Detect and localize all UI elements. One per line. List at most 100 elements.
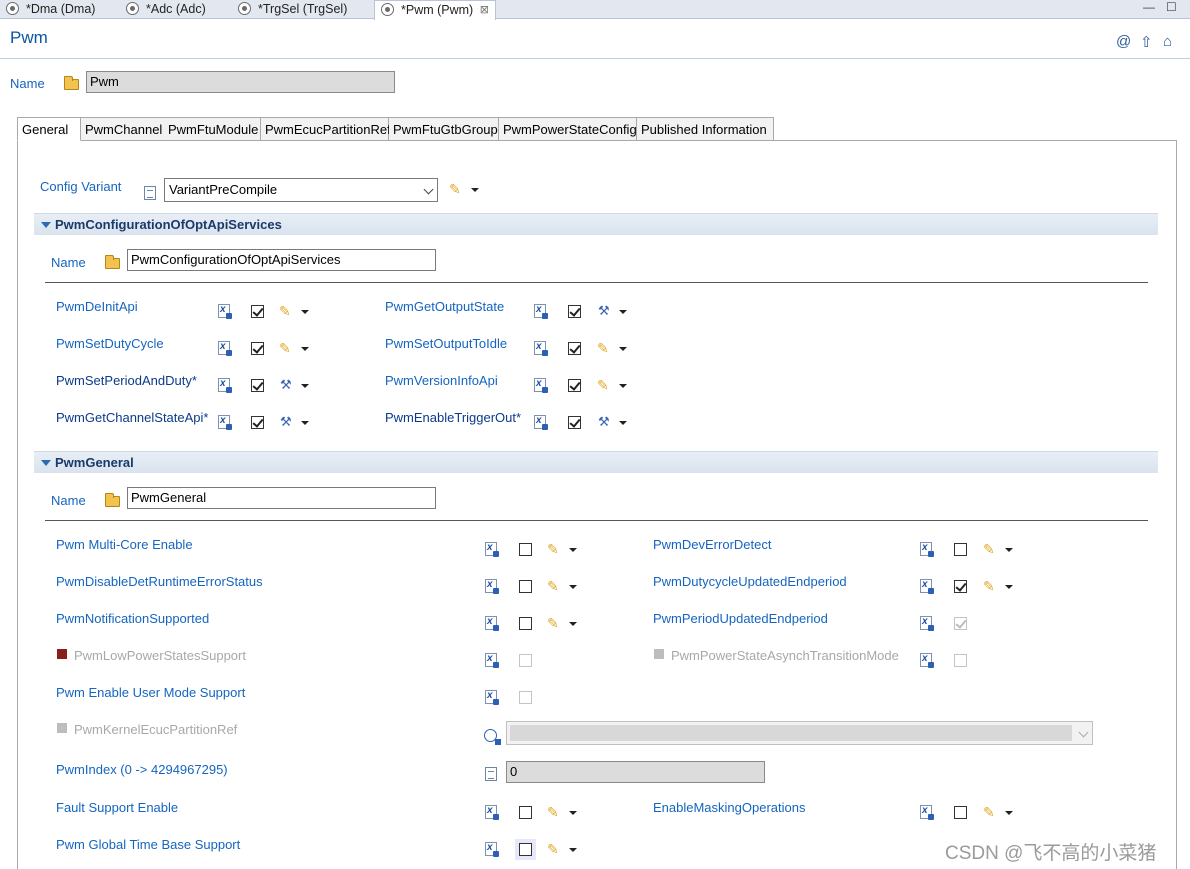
config-variant-label: Config Variant bbox=[40, 179, 122, 194]
dropdown-arrow-icon[interactable] bbox=[619, 384, 627, 388]
dropdown-arrow-icon[interactable] bbox=[1005, 585, 1013, 589]
divider bbox=[45, 282, 1148, 283]
param-checkbox-disabled bbox=[519, 691, 532, 704]
editor-tab-adc[interactable]: *Adc (Adc) bbox=[120, 0, 230, 19]
param-checkbox[interactable] bbox=[568, 416, 581, 429]
dropdown-arrow-icon[interactable] bbox=[619, 310, 627, 314]
param-checkbox[interactable] bbox=[519, 806, 532, 819]
pencil-icon[interactable]: ✎ bbox=[597, 341, 611, 355]
dropdown-arrow-icon[interactable] bbox=[619, 347, 627, 351]
config-variant-select[interactable]: VariantPreCompile bbox=[164, 178, 438, 202]
tab-general[interactable]: General bbox=[17, 117, 81, 141]
param-checkbox[interactable] bbox=[251, 342, 264, 355]
param-checkbox[interactable] bbox=[519, 543, 532, 556]
section-header-opt-api[interactable]: PwmConfigurationOfOptApiServices bbox=[34, 213, 1158, 235]
dropdown-arrow-icon[interactable] bbox=[569, 811, 577, 815]
param-checkbox-disabled bbox=[954, 617, 967, 630]
parameter-type-icon bbox=[920, 653, 934, 668]
parameter-type-icon bbox=[485, 842, 499, 857]
param-checkbox[interactable] bbox=[568, 379, 581, 392]
pencil-icon[interactable]: ✎ bbox=[597, 378, 611, 392]
up-arrow-icon[interactable]: ⇧ bbox=[1140, 33, 1153, 51]
pencil-icon[interactable]: ✎ bbox=[547, 805, 561, 819]
dropdown-arrow-icon[interactable] bbox=[1005, 548, 1013, 552]
tab-published-information[interactable]: Published Information bbox=[637, 117, 774, 141]
dropdown-arrow-icon[interactable] bbox=[569, 585, 577, 589]
parameter-type-icon bbox=[485, 690, 499, 705]
dropdown-arrow-icon[interactable] bbox=[569, 848, 577, 852]
home-icon[interactable]: ⌂ bbox=[1163, 33, 1172, 50]
param-checkbox[interactable] bbox=[251, 305, 264, 318]
collapse-triangle-icon[interactable] bbox=[41, 460, 51, 466]
tab-pwmpowerstateconfig[interactable]: PwmPowerStateConfig bbox=[499, 117, 637, 141]
section-header-pwm-general[interactable]: PwmGeneral bbox=[34, 451, 1158, 473]
editor-tab-label: *Dma (Dma) bbox=[26, 2, 96, 16]
param-checkbox[interactable] bbox=[519, 617, 532, 630]
pencil-icon[interactable]: ✎ bbox=[983, 542, 997, 556]
dropdown-arrow-icon[interactable] bbox=[301, 310, 309, 314]
select-fill bbox=[510, 725, 1072, 741]
param-checkbox[interactable] bbox=[954, 580, 967, 593]
editor-tab-pwm[interactable]: *Pwm (Pwm) ⊠ bbox=[374, 0, 496, 20]
pencil-icon[interactable]: ✎ bbox=[279, 304, 293, 318]
tab-pwmftumodule[interactable]: PwmFtuModule bbox=[164, 117, 261, 141]
param-checkbox[interactable] bbox=[519, 843, 532, 856]
param-checkbox[interactable] bbox=[568, 342, 581, 355]
dropdown-arrow-icon[interactable] bbox=[1005, 811, 1013, 815]
dropdown-arrow-icon[interactable] bbox=[569, 622, 577, 626]
name-label: Name bbox=[10, 76, 45, 91]
dropdown-arrow-icon[interactable] bbox=[301, 384, 309, 388]
param-checkbox[interactable] bbox=[568, 305, 581, 318]
parameter-type-icon bbox=[218, 378, 232, 393]
folder-icon bbox=[64, 76, 79, 90]
param-checkbox[interactable] bbox=[251, 379, 264, 392]
close-icon[interactable]: ⊠ bbox=[480, 1, 489, 19]
wrench-icon[interactable]: ⚒ bbox=[280, 415, 294, 429]
pencil-icon[interactable]: ✎ bbox=[983, 579, 997, 593]
dropdown-arrow-icon[interactable] bbox=[619, 421, 627, 425]
tab-pwmecucpartitionref[interactable]: PwmEcucPartitionRef bbox=[261, 117, 391, 141]
pencil-icon[interactable]: ✎ bbox=[547, 579, 561, 593]
config-variant-value: VariantPreCompile bbox=[169, 182, 278, 197]
pencil-icon[interactable]: ✎ bbox=[983, 805, 997, 819]
dropdown-arrow-icon[interactable] bbox=[569, 548, 577, 552]
maximize-button[interactable]: ☐ bbox=[1166, 0, 1177, 14]
parameter-type-icon bbox=[920, 579, 934, 594]
tab-bar: General PwmChannel PwmFtuModule PwmEcucP… bbox=[17, 117, 1177, 141]
section-name-field[interactable]: PwmGeneral bbox=[127, 487, 436, 509]
pencil-icon[interactable]: ✎ bbox=[279, 341, 293, 355]
param-checkbox[interactable] bbox=[954, 543, 967, 556]
param-checkbox[interactable] bbox=[519, 580, 532, 593]
tab-pwmchannel[interactable]: PwmChannel bbox=[81, 117, 165, 141]
pwm-index-field[interactable]: 0 bbox=[506, 761, 765, 783]
param-checkbox[interactable] bbox=[251, 416, 264, 429]
chevron-down-icon bbox=[423, 184, 434, 195]
error-marker-icon bbox=[57, 649, 67, 659]
minimize-button[interactable]: — bbox=[1143, 0, 1155, 14]
dropdown-arrow-icon[interactable] bbox=[301, 347, 309, 351]
pencil-icon[interactable]: ✎ bbox=[547, 616, 561, 630]
pencil-icon[interactable]: ✎ bbox=[547, 542, 561, 556]
tab-pwmftugtbgroup[interactable]: PwmFtuGtbGroup bbox=[389, 117, 499, 141]
param-checkbox[interactable] bbox=[954, 806, 967, 819]
param-checkbox-disabled bbox=[519, 654, 532, 667]
param-label: PwmGetChannelStateApi* bbox=[56, 410, 209, 425]
wrench-icon[interactable]: ⚒ bbox=[598, 304, 612, 318]
name-label: Name bbox=[51, 255, 86, 270]
wrench-icon[interactable]: ⚒ bbox=[280, 378, 294, 392]
param-label: PwmSetOutputToIdle bbox=[385, 336, 508, 351]
parameter-type-icon bbox=[218, 341, 232, 356]
param-label: Fault Support Enable bbox=[56, 800, 179, 815]
section-name-field[interactable]: PwmConfigurationOfOptApiServices bbox=[127, 249, 436, 271]
pencil-icon[interactable]: ✎ bbox=[547, 842, 561, 856]
wrench-icon[interactable]: ⚒ bbox=[598, 415, 612, 429]
editor-tab-dma[interactable]: *Dma (Dma) bbox=[0, 0, 118, 19]
dropdown-arrow-icon[interactable] bbox=[471, 188, 479, 192]
name-field[interactable]: Pwm bbox=[86, 71, 395, 93]
at-icon[interactable]: @ bbox=[1116, 33, 1131, 50]
editor-tab-trgsel[interactable]: *TrgSel (TrgSel) bbox=[232, 0, 372, 19]
pencil-icon[interactable]: ✎ bbox=[449, 182, 463, 196]
collapse-triangle-icon[interactable] bbox=[41, 222, 51, 228]
dropdown-arrow-icon[interactable] bbox=[301, 421, 309, 425]
parameter-type-icon bbox=[485, 805, 499, 820]
